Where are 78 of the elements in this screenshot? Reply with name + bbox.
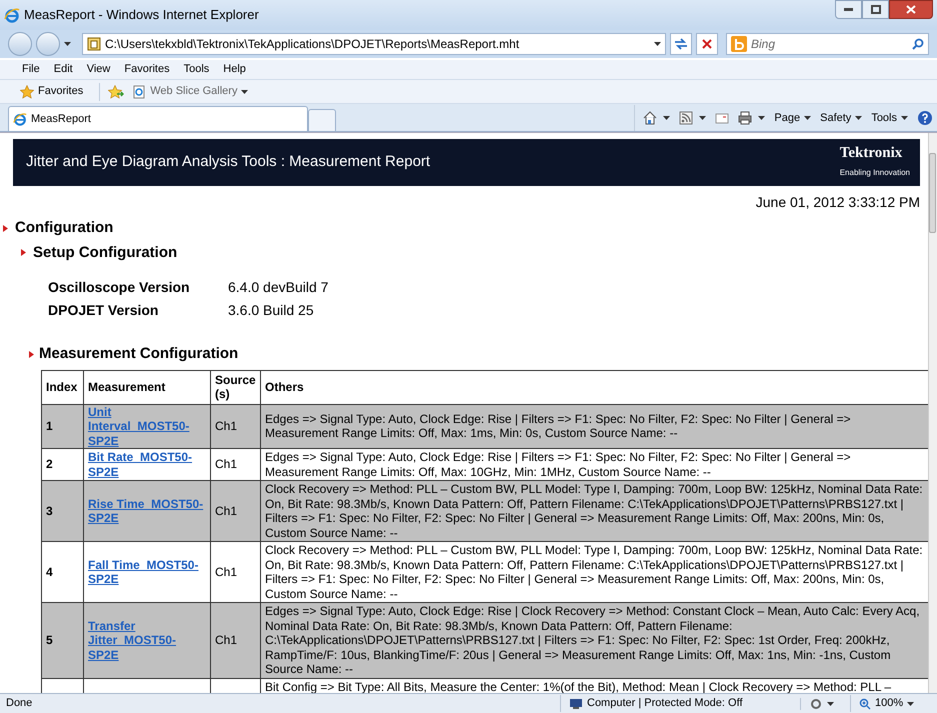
report-timestamp: June 01, 2012 3:33:12 PM	[756, 193, 920, 212]
close-icon	[906, 5, 916, 14]
menu-item[interactable]: View	[86, 61, 110, 78]
browser-logo-icon	[13, 112, 27, 126]
settings-icon[interactable]	[809, 698, 823, 710]
menu-item[interactable]: Help	[223, 61, 246, 78]
search-input[interactable]: Bing	[751, 35, 908, 53]
star-icon	[20, 84, 34, 98]
mail-icon[interactable]	[715, 111, 730, 125]
expand-icon[interactable]	[21, 249, 26, 256]
version-label: Oscilloscope Version	[48, 278, 191, 297]
column-header: Source (s)	[210, 370, 260, 404]
zoom-button[interactable]: 100%	[850, 695, 914, 712]
refresh-icon	[674, 38, 688, 50]
menu-item[interactable]: File	[22, 61, 40, 78]
search-provider-icon	[731, 36, 747, 52]
menu-item[interactable]: Favorites	[124, 61, 170, 78]
minimize-button[interactable]	[835, 0, 862, 19]
version-value: 6.4.0 devBuild 7	[228, 278, 330, 297]
expand-icon[interactable]	[3, 224, 8, 232]
column-header: Measurement	[84, 370, 210, 404]
menu-item[interactable]: Edit	[54, 61, 73, 78]
search-icon[interactable]	[912, 38, 924, 50]
caret-icon	[855, 116, 862, 120]
feed-icon[interactable]	[679, 111, 694, 125]
table-cell: 5	[42, 602, 84, 678]
favorites-button[interactable]: Favorites	[20, 83, 84, 100]
restore-button[interactable]	[862, 0, 889, 19]
print-icon[interactable]	[738, 111, 752, 125]
minimize-icon	[844, 8, 853, 11]
caret-icon	[901, 116, 908, 120]
refresh-button[interactable]	[670, 33, 692, 55]
menu-item[interactable]: Tools	[184, 61, 210, 78]
caret-icon	[827, 702, 834, 706]
section-heading: Measurement Configuration	[39, 344, 238, 364]
brand-logo: Tektronix	[840, 146, 902, 161]
stop-button[interactable]	[696, 33, 718, 55]
add-favorite-icon[interactable]	[108, 84, 124, 98]
column-header: Others	[260, 370, 928, 404]
search-field[interactable]: Bing	[726, 33, 929, 55]
close-button[interactable]	[889, 0, 933, 19]
caret-icon	[663, 116, 670, 120]
restore-icon	[870, 5, 880, 14]
recent-pages-caret-icon[interactable]	[64, 42, 74, 46]
stop-icon	[702, 39, 712, 49]
version-label: DPOJET Version	[48, 301, 160, 320]
command-menu-button[interactable]: Page	[774, 110, 812, 126]
window-title: MeasReport - Windows Internet Explorer	[24, 6, 259, 24]
page-icon	[87, 37, 101, 51]
zoom-icon	[859, 698, 871, 710]
caret-icon	[654, 42, 661, 46]
web-slice-gallery-button[interactable]: Web Slice Gallery	[132, 83, 248, 100]
caret-icon	[804, 116, 812, 120]
web-slice-icon	[132, 84, 146, 98]
caret-icon	[64, 42, 71, 46]
report-title: Jitter and Eye Diagram Analysis Tools : Measurement Report	[26, 152, 430, 172]
version-value: 3.6.0 Build 25	[228, 301, 315, 320]
scrollbar-thumb[interactable]	[929, 153, 936, 233]
expand-icon[interactable]	[29, 350, 34, 358]
table-cell: Ch1	[210, 602, 260, 678]
help-icon[interactable]	[917, 110, 933, 126]
home-icon[interactable]	[643, 111, 658, 125]
caret-icon	[758, 116, 766, 120]
status-text: Done	[5, 696, 34, 712]
column-header: Index	[42, 370, 84, 404]
section-heading: Configuration	[15, 218, 114, 238]
computer-icon	[569, 698, 583, 710]
caret-icon	[907, 702, 914, 706]
section-heading: Setup Configuration	[33, 242, 178, 262]
caret-icon	[241, 90, 248, 94]
caret-icon	[699, 116, 706, 120]
browser-tab[interactable]: MeasReport	[8, 106, 308, 131]
brand-tagline: Enabling Innovation	[840, 167, 910, 179]
command-menu-button[interactable]: Safety	[820, 110, 862, 126]
address-field[interactable]: C:\Users\tekxbld\Tektronix\TekApplications\DPOJET\Reports\MeasReport.mht	[82, 33, 666, 55]
browser-logo-icon	[4, 7, 20, 23]
security-zone-text: Computer | Protected Mode: Off	[587, 696, 743, 712]
command-menu-button[interactable]: Tools	[871, 110, 908, 126]
